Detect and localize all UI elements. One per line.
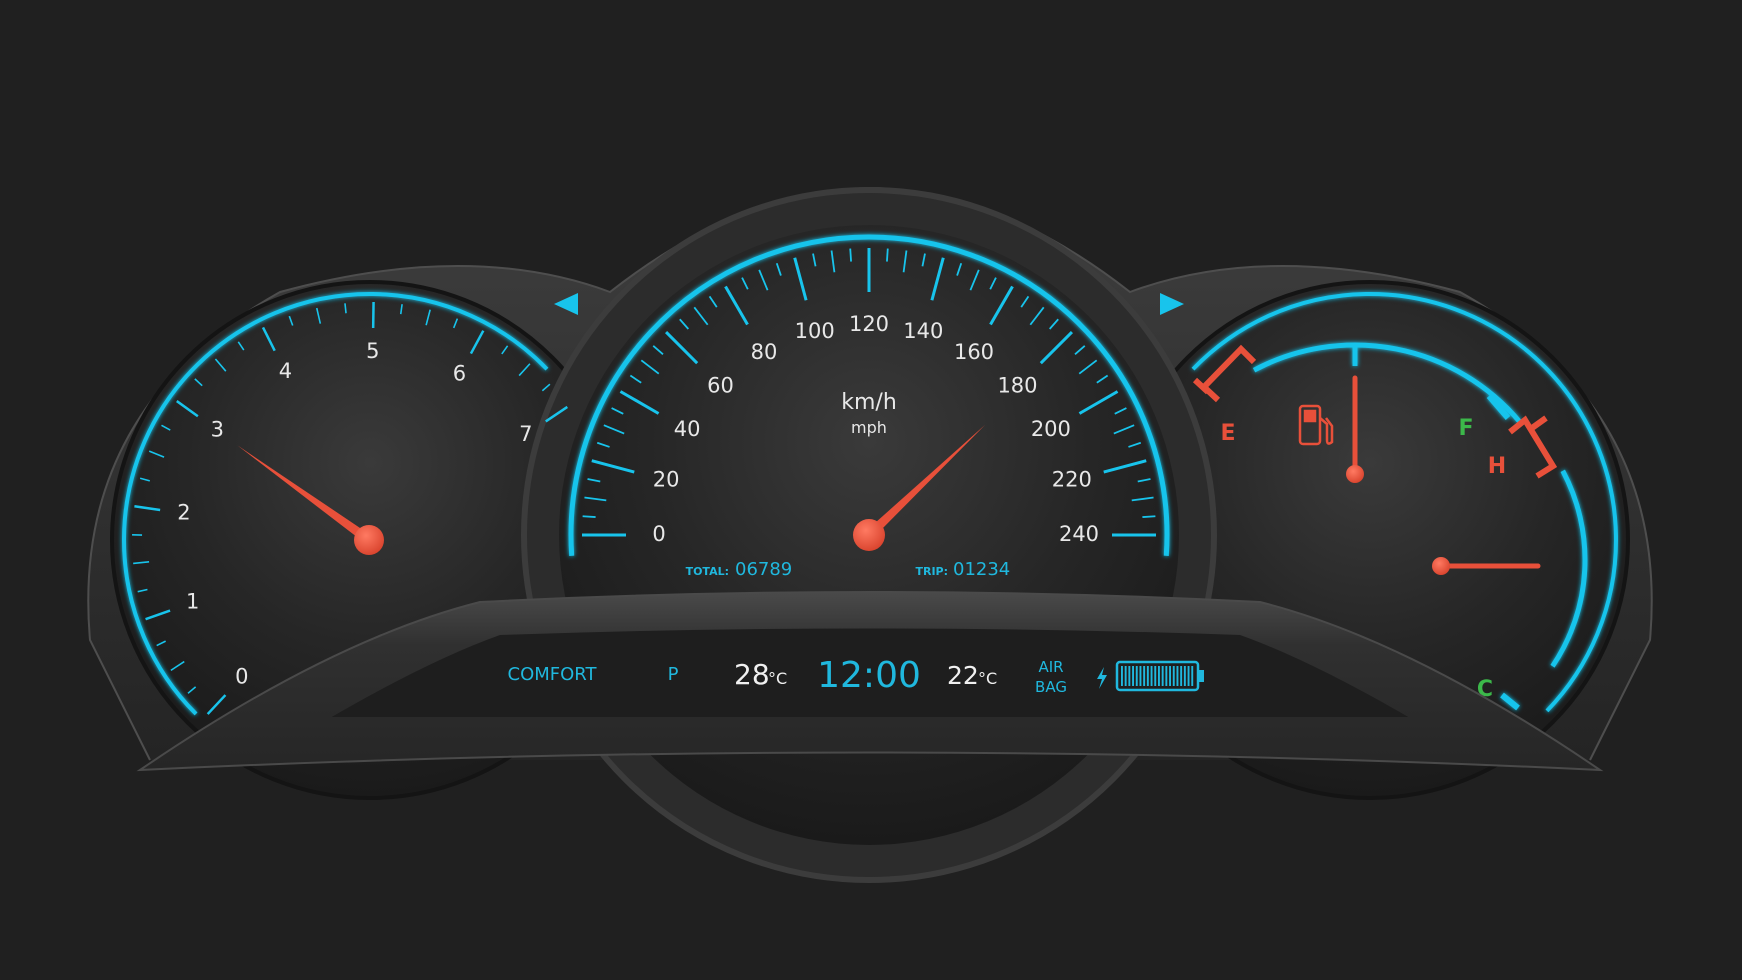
outside-temp-unit: °C — [768, 669, 787, 688]
tacho-label-1: 1 — [186, 590, 199, 614]
tacho-label-5: 5 — [366, 339, 379, 363]
airbag-label-line1: AIR — [1038, 658, 1063, 676]
battery-cell — [1146, 666, 1149, 686]
temp-needle-hub — [1432, 557, 1450, 575]
speedometer-hub — [853, 519, 885, 551]
speedo-tick — [886, 248, 889, 262]
battery-cell — [1161, 666, 1164, 686]
odometer-total-value: 06789 — [735, 559, 792, 580]
odometer-trip-value: 01234 — [953, 559, 1010, 580]
battery-cell — [1176, 666, 1179, 686]
tacho-label-2: 2 — [177, 500, 190, 524]
speedo-label-20: 20 — [653, 468, 680, 492]
temp-hot-label: H — [1488, 454, 1506, 479]
speedo-label-80: 80 — [751, 340, 778, 364]
odometer-total-label: TOTAL: — [686, 565, 729, 578]
battery-cell — [1165, 666, 1168, 686]
battery-cell — [1150, 666, 1153, 686]
battery-cell — [1143, 666, 1146, 686]
speedo-label-40: 40 — [674, 417, 701, 441]
battery-cell — [1124, 666, 1127, 686]
inside-temp-unit: °C — [978, 669, 997, 688]
speedo-tick — [849, 248, 852, 262]
battery-cell — [1132, 666, 1134, 686]
battery-cell — [1128, 666, 1131, 686]
battery-cell — [1158, 666, 1160, 686]
outside-temp-value: 28 — [734, 658, 770, 691]
speedo-label-100: 100 — [795, 319, 835, 343]
battery-cell — [1183, 666, 1186, 686]
speedo-label-160: 160 — [954, 340, 994, 364]
speedo-label-0: 0 — [652, 522, 665, 546]
battery-cell — [1180, 666, 1183, 686]
speed-unit-primary: km/h — [841, 390, 897, 415]
clock-time: 12:00 — [817, 655, 921, 696]
battery-cell — [1187, 666, 1190, 686]
tacho-label-6: 6 — [453, 362, 466, 386]
speedo-label-120: 120 — [849, 312, 889, 336]
fuel-needle-hub — [1346, 465, 1364, 483]
tacho-label-0: 0 — [235, 664, 248, 688]
speedo-label-220: 220 — [1052, 468, 1092, 492]
speedo-tick — [1142, 515, 1156, 518]
battery-cell — [1191, 666, 1194, 686]
speedo-label-140: 140 — [903, 319, 943, 343]
drive-mode: COMFORT — [508, 664, 598, 685]
speedo-tick — [582, 515, 596, 518]
battery-cell — [1154, 666, 1157, 686]
battery-cell — [1135, 666, 1138, 686]
fuel-full-label: F — [1458, 416, 1473, 441]
fuel-empty-label: E — [1220, 421, 1235, 446]
inside-temp-value: 22 — [947, 661, 979, 690]
speedo-label-60: 60 — [707, 374, 734, 398]
tachometer-hub — [354, 525, 384, 555]
speedo-label-200: 200 — [1031, 417, 1071, 441]
speedo-label-240: 240 — [1059, 522, 1099, 546]
battery-cell — [1169, 666, 1171, 686]
tacho-label-7: 7 — [519, 422, 532, 446]
battery-cell — [1121, 666, 1123, 686]
tacho-label-4: 4 — [279, 359, 292, 383]
gear-indicator: P — [668, 664, 679, 685]
instrument-cluster: 0 1 2 3 4 5 6 7 0 20 40 60 80 100 120 14… — [87, 186, 1653, 883]
tacho-label-3: 3 — [211, 417, 224, 441]
speedo-label-180: 180 — [997, 374, 1037, 398]
speed-unit-secondary: mph — [851, 418, 887, 437]
tacho-tick — [344, 303, 347, 314]
battery-cell — [1172, 666, 1175, 686]
odometer-trip-label: TRIP: — [915, 565, 948, 578]
airbag-label-line2: BAG — [1035, 678, 1067, 696]
battery-cell — [1139, 666, 1142, 686]
